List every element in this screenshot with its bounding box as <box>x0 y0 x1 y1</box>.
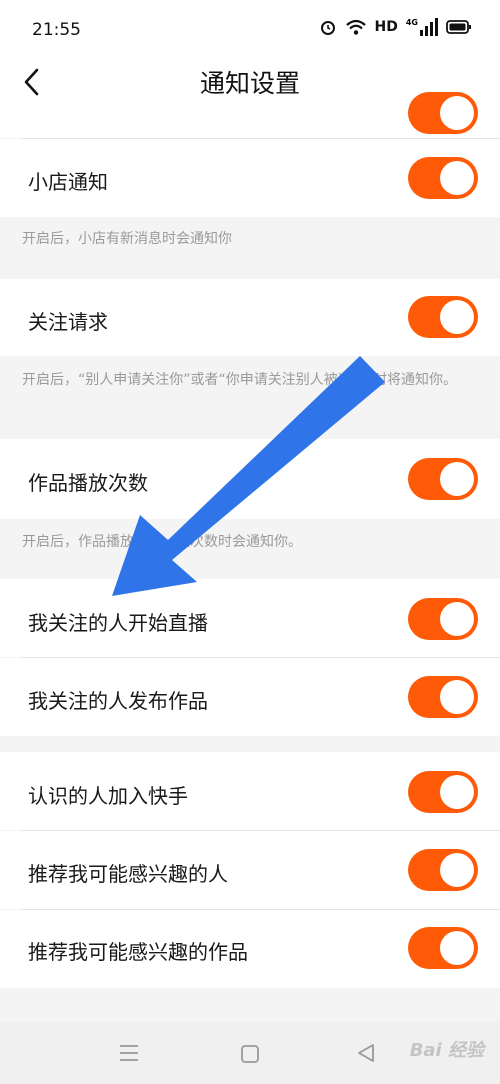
status-icons: HD 4G <box>319 18 472 36</box>
settings-row-shop-notice: 小店通知 <box>0 139 500 217</box>
toggle-followed-live[interactable] <box>408 598 478 640</box>
toggle-acquaintance-joined[interactable] <box>408 771 478 813</box>
settings-row-label: 推荐我可能感兴趣的作品 <box>28 940 248 964</box>
toggle-followed-works[interactable] <box>408 676 478 718</box>
settings-row-followed-live: 我关注的人开始直播 <box>0 579 500 657</box>
toggle-switch-partial[interactable] <box>408 92 478 134</box>
settings-description: 开启后，“别人申请关注你”或者“你申请关注别人被通过”时将通知你。 <box>22 372 458 388</box>
settings-row-partial <box>0 92 500 138</box>
settings-description: 开启后，作品播放达到一定次数时会通知你。 <box>22 534 302 550</box>
watermark: Bai 经验 <box>409 1040 484 1061</box>
settings-row-recommend-works: 推荐我可能感兴趣的作品 <box>0 910 500 988</box>
settings-row-play-count: 作品播放次数 <box>0 439 500 519</box>
toggle-play-count[interactable] <box>408 458 478 500</box>
settings-row-follow-request: 关注请求 <box>0 279 500 356</box>
settings-description: 开启后，小店有新消息时会通知你 <box>22 231 232 247</box>
back-nav-icon[interactable] <box>356 1043 376 1063</box>
toggle-recommend-works[interactable] <box>408 927 478 969</box>
settings-row-label: 小店通知 <box>28 170 108 194</box>
toggle-follow-request[interactable] <box>408 296 478 338</box>
network-label: HD <box>374 19 398 35</box>
settings-row-label: 我关注的人发布作品 <box>28 689 208 713</box>
status-time: 21:55 <box>32 20 81 40</box>
settings-row-label: 作品播放次数 <box>28 471 148 495</box>
settings-row-followed-works: 我关注的人发布作品 <box>0 658 500 736</box>
settings-row-label: 认识的人加入快手 <box>28 784 188 808</box>
battery-icon <box>446 20 471 34</box>
settings-row-label: 关注请求 <box>28 310 108 334</box>
settings-row-label: 推荐我可能感兴趣的人 <box>28 862 228 886</box>
wifi-icon <box>345 19 366 35</box>
alarm-icon <box>320 21 335 35</box>
status-bar: 21:55 HD 4G <box>0 0 500 60</box>
toggle-recommend-people[interactable] <box>408 849 478 891</box>
signal-icon: 4G <box>406 18 438 36</box>
home-icon[interactable] <box>240 1044 260 1064</box>
settings-row-acquaintance-joined: 认识的人加入快手 <box>0 752 500 830</box>
settings-row-recommend-people: 推荐我可能感兴趣的人 <box>0 831 500 909</box>
toggle-shop-notice[interactable] <box>408 157 478 199</box>
signal-label: 4G <box>405 18 418 27</box>
menu-icon[interactable] <box>118 1044 140 1062</box>
settings-row-label: 我关注的人开始直播 <box>28 611 208 635</box>
